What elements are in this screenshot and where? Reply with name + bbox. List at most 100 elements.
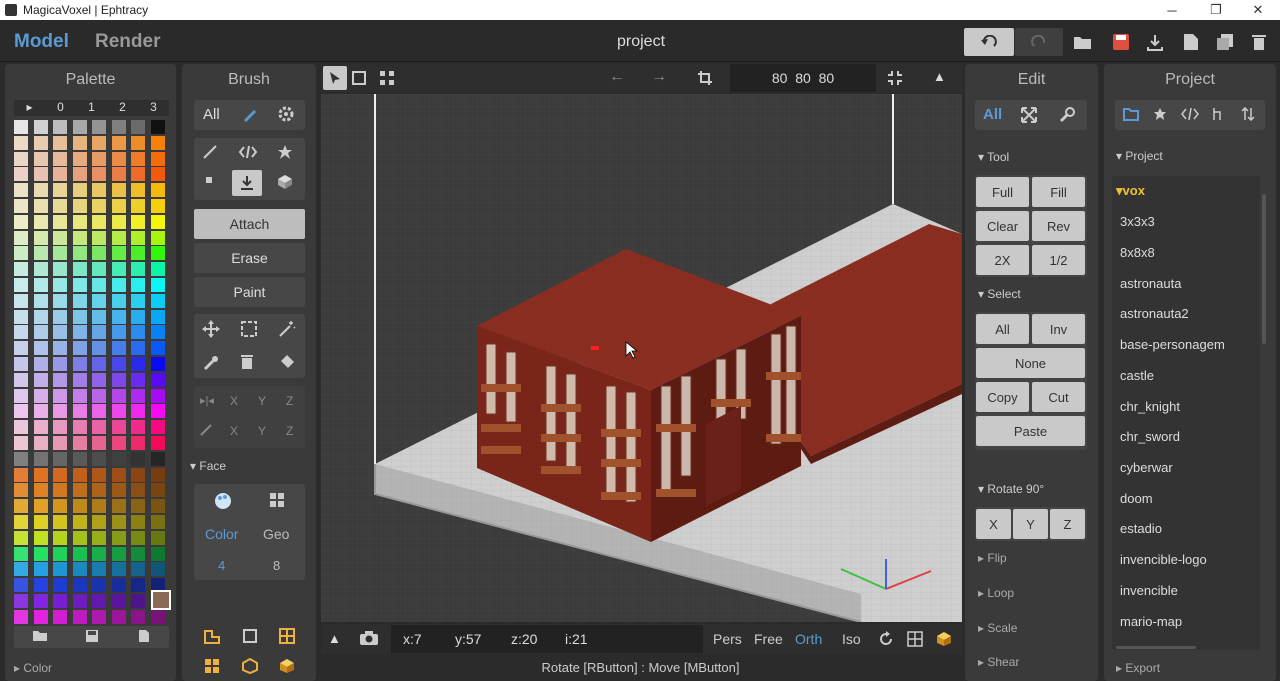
palette-swatch[interactable] [72, 404, 87, 419]
palette-swatch[interactable] [131, 120, 145, 134]
palette-swatch[interactable] [150, 262, 165, 277]
project-file-doom[interactable]: doom [1120, 491, 1153, 506]
palette-swatch[interactable] [72, 151, 87, 166]
object-solid-cube-icon[interactable] [279, 658, 295, 674]
palette-swatch[interactable] [131, 562, 145, 577]
select-all-button[interactable]: All [976, 314, 1029, 344]
palette-swatch[interactable] [14, 199, 28, 213]
palette-swatch[interactable] [72, 341, 87, 356]
crop-icon[interactable] [697, 70, 713, 86]
palette-swatch[interactable] [33, 183, 48, 198]
project-file-3x3x3[interactable]: 3x3x3 [1120, 214, 1155, 229]
face-color-label[interactable]: Color [205, 526, 238, 542]
palette-swatch[interactable] [92, 483, 106, 498]
open-button[interactable] [1072, 28, 1094, 56]
palette-swatch[interactable] [131, 436, 145, 450]
palette-swatch[interactable] [14, 530, 28, 545]
palette-swatch[interactable] [72, 309, 87, 324]
palette-swatch[interactable] [92, 293, 106, 308]
palette-new-icon[interactable] [138, 629, 150, 643]
palette-swatch[interactable] [92, 341, 106, 356]
mirror-axis-z[interactable]: Z [286, 394, 293, 408]
palette-swatch[interactable] [131, 135, 145, 150]
mirror-axis-x[interactable]: X [230, 394, 238, 408]
palette-swatch[interactable] [111, 309, 126, 324]
project-file-invencible[interactable]: invencible [1120, 583, 1178, 598]
project-file-estadio[interactable]: estadio [1120, 521, 1162, 536]
palette-swatch[interactable] [53, 515, 67, 529]
palette-swatch[interactable] [111, 388, 126, 403]
mirror-axis-y[interactable]: Y [258, 394, 266, 408]
palette-swatch[interactable] [14, 214, 28, 229]
palette-swatch[interactable] [14, 436, 28, 450]
palette-swatch[interactable] [131, 325, 145, 340]
palette-swatch[interactable] [111, 436, 126, 450]
palette-swatch[interactable] [53, 420, 67, 435]
palette-swatch[interactable] [131, 278, 145, 292]
palette-swatch[interactable] [14, 135, 28, 150]
copy-selection-button[interactable]: Copy [976, 382, 1029, 412]
rotate-x-button[interactable]: X [976, 509, 1011, 539]
paste-button[interactable]: Paste [976, 416, 1085, 446]
palette-swatch[interactable] [72, 451, 87, 466]
tool-fill-button[interactable]: Fill [1032, 177, 1085, 207]
palette-swatch[interactable] [111, 183, 126, 198]
palette-swatch[interactable] [111, 120, 126, 134]
project-sort-icon[interactable] [1241, 107, 1255, 121]
palette-swatch[interactable] [150, 609, 165, 624]
palette-swatch[interactable] [92, 325, 106, 340]
palette-swatch[interactable] [131, 183, 145, 198]
palette-swatch[interactable] [14, 451, 28, 466]
triangle-up-icon[interactable]: ▲ [933, 69, 946, 84]
palette-swatch[interactable] [14, 120, 28, 134]
palette-swatch[interactable] [72, 499, 87, 514]
palette-swatch[interactable] [150, 135, 165, 150]
palette-swatch[interactable] [14, 562, 28, 577]
palette-swatch[interactable] [111, 278, 126, 292]
palette-swatch[interactable] [72, 120, 87, 134]
tool-full-button[interactable]: Full [976, 177, 1029, 207]
palette-swatch[interactable] [33, 388, 48, 403]
project-file-base-personagem[interactable]: base-personagem [1120, 337, 1225, 352]
palette-swatch[interactable] [92, 120, 106, 134]
maximize-button[interactable]: ❐ [1194, 0, 1238, 20]
palette-swatch[interactable] [150, 388, 165, 403]
palette-swatch[interactable] [150, 309, 165, 324]
palette-swatch[interactable] [131, 341, 145, 356]
palette-swatch[interactable] [33, 325, 48, 340]
palette-swatch[interactable] [111, 199, 126, 213]
palette-swatch[interactable] [92, 357, 106, 371]
palette-swatch[interactable] [72, 135, 87, 150]
palette-swatch[interactable] [92, 562, 106, 577]
palette-swatch[interactable] [14, 357, 28, 371]
object-icon-2[interactable] [242, 628, 258, 644]
palette-swatch[interactable] [131, 499, 145, 514]
palette-swatch[interactable] [53, 467, 67, 482]
palette-swatch[interactable] [14, 515, 28, 529]
palette-swatch[interactable] [131, 246, 145, 261]
palette-swatch[interactable] [14, 609, 28, 624]
palette-swatch[interactable] [92, 609, 106, 624]
palette-swatch[interactable] [150, 499, 165, 514]
palette-swatch[interactable] [111, 341, 126, 356]
palette-swatch[interactable] [72, 230, 87, 245]
edit-expand-icon[interactable] [1021, 107, 1037, 123]
palette-swatch[interactable] [111, 420, 126, 435]
project-file-cyberwar[interactable]: cyberwar [1120, 460, 1173, 475]
palette-swatch[interactable] [150, 293, 165, 308]
palette-swatch[interactable] [72, 246, 87, 261]
palette-swatch[interactable] [53, 372, 67, 387]
palette-swatch[interactable] [72, 609, 87, 624]
erase-mode-button[interactable]: Erase [194, 243, 305, 273]
tool-section-toggle[interactable]: ▾ Tool [978, 150, 1009, 164]
mirror-icon[interactable]: ▸|◂ [200, 394, 214, 407]
palette-swatch[interactable] [14, 246, 28, 261]
palette-swatch[interactable] [33, 594, 48, 608]
palette-swatch[interactable] [150, 530, 165, 545]
palette-swatch[interactable] [131, 594, 145, 608]
palette-swatch[interactable] [131, 199, 145, 213]
brush-code-icon[interactable] [239, 144, 257, 160]
trash-brush-icon[interactable] [240, 354, 254, 370]
palette-swatch[interactable] [92, 246, 106, 261]
palette-swatch[interactable] [92, 214, 106, 229]
